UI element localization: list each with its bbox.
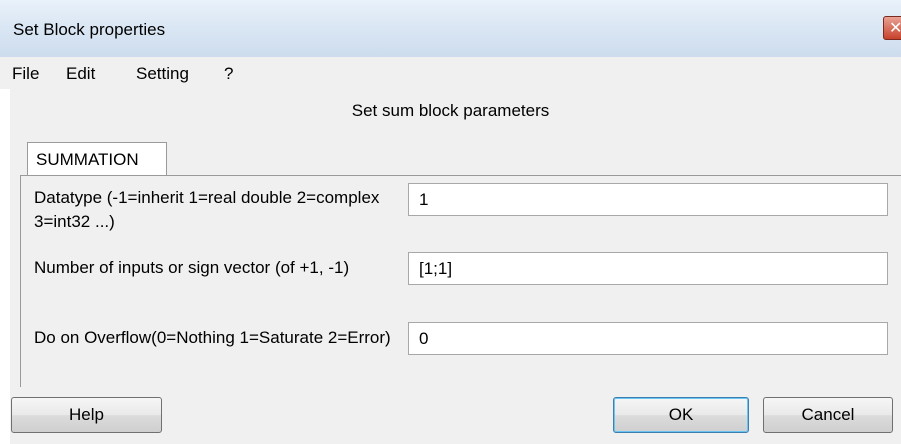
datatype-input[interactable]	[408, 183, 888, 216]
window-title: Set Block properties	[13, 20, 166, 39]
menu-edit[interactable]: Edit	[66, 64, 95, 84]
menu-file[interactable]: File	[12, 64, 39, 84]
datatype-label: Datatype (-1=inherit 1=real double 2=com…	[34, 188, 380, 231]
menu-help[interactable]: ?	[224, 64, 233, 84]
close-icon: ✕	[889, 20, 901, 37]
ok-button[interactable]: OK	[613, 397, 749, 433]
menu-setting[interactable]: Setting	[136, 64, 189, 84]
close-button[interactable]: ✕	[883, 16, 901, 40]
title-bar: Set Block properties ✕	[0, 0, 901, 57]
inputs-label: Number of inputs or sign vector (of +1, …	[34, 258, 350, 277]
window-edge	[0, 89, 10, 444]
inputs-input[interactable]	[408, 252, 888, 285]
overflow-input[interactable]	[408, 322, 888, 355]
overflow-label: Do on Overflow(0=Nothing 1=Saturate 2=Er…	[34, 328, 391, 347]
tab-summation[interactable]: SUMMATION	[27, 142, 167, 176]
menu-bar: File Edit Setting ?	[0, 57, 901, 90]
dialog-heading: Set sum block parameters	[351, 101, 550, 120]
help-button[interactable]: Help	[11, 397, 162, 433]
cancel-button[interactable]: Cancel	[763, 397, 893, 433]
